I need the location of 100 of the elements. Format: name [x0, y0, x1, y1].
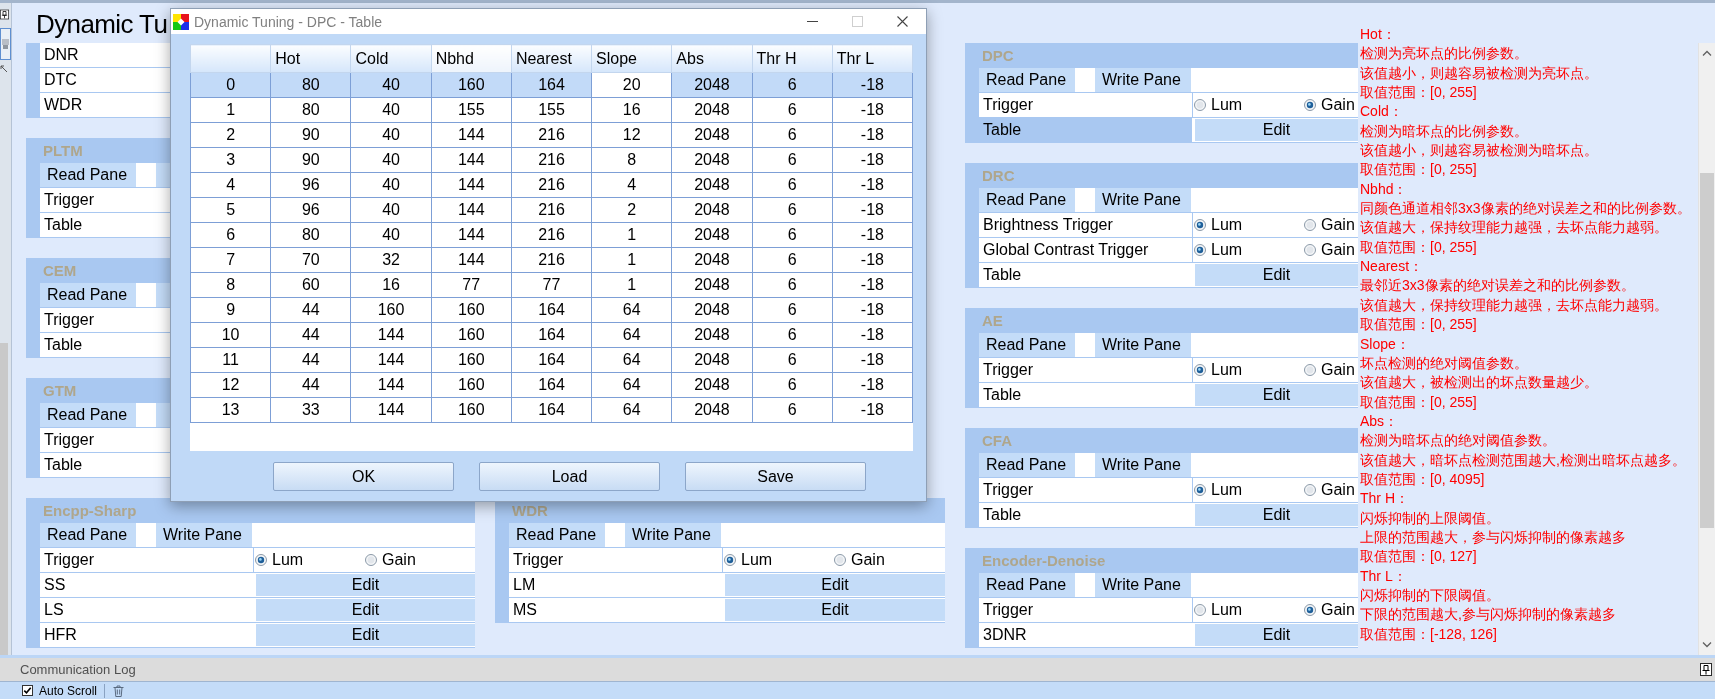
table-cell[interactable]: 6	[752, 322, 833, 348]
row-number[interactable]: 12	[190, 372, 271, 398]
table-cell[interactable]: 160	[431, 297, 512, 323]
table-cell[interactable]: 144	[431, 197, 512, 223]
row-number[interactable]: 6	[190, 222, 271, 248]
table-cell[interactable]: 64	[591, 297, 672, 323]
table-cell[interactable]: 144	[431, 122, 512, 148]
row-number[interactable]: 8	[190, 272, 271, 298]
table-cell[interactable]: 6	[752, 222, 833, 248]
edit-button[interactable]: Edit	[1195, 504, 1358, 526]
table-cell[interactable]: 155	[511, 97, 592, 123]
table-cell[interactable]: 160	[431, 397, 512, 423]
radio-option[interactable]: Lum	[255, 551, 304, 569]
pane-tab[interactable]	[156, 163, 170, 187]
row-number[interactable]: 2	[190, 122, 271, 148]
table-cell[interactable]: 80	[270, 222, 351, 248]
radio-option[interactable]: Lum	[1194, 361, 1243, 379]
pane-tab[interactable]: Read Pane	[979, 573, 1075, 597]
pane-tab[interactable]: Write Pane	[1095, 333, 1191, 357]
table-cell[interactable]: 6	[752, 297, 833, 323]
table-cell[interactable]: 80	[270, 97, 351, 123]
row-number[interactable]: 13	[190, 397, 271, 423]
table-cell[interactable]: 80	[270, 72, 351, 98]
table-cell[interactable]: 160	[431, 72, 512, 98]
table-cell[interactable]: 44	[270, 372, 351, 398]
edit-button[interactable]: Edit	[1195, 624, 1358, 646]
table-cell[interactable]: 44	[270, 322, 351, 348]
table-cell[interactable]: 96	[270, 197, 351, 223]
pin-icon[interactable]	[1700, 663, 1712, 676]
table-cell[interactable]: -18	[832, 147, 913, 173]
table-cell[interactable]: 164	[511, 372, 592, 398]
table-cell[interactable]: 160	[431, 372, 512, 398]
table-cell[interactable]: -18	[832, 297, 913, 323]
radio-option[interactable]: Gain	[834, 551, 885, 569]
radio-option[interactable]: Gain	[1304, 481, 1355, 499]
table-cell[interactable]: 216	[511, 172, 592, 198]
row-number[interactable]: 1	[190, 97, 271, 123]
table-cell[interactable]: -18	[832, 172, 913, 198]
table-cell[interactable]: 164	[511, 322, 592, 348]
table-cell[interactable]: 90	[270, 122, 351, 148]
column-header[interactable]: Abs	[671, 44, 753, 73]
dialog-button[interactable]: Load	[479, 462, 660, 491]
table-cell[interactable]: 6	[752, 397, 833, 423]
table-cell[interactable]: 44	[270, 297, 351, 323]
column-header[interactable]: Nbhd	[431, 44, 512, 73]
table-cell[interactable]: 90	[270, 147, 351, 173]
pane-tab[interactable]: Read Pane	[509, 523, 605, 547]
table-cell[interactable]: 2	[591, 197, 672, 223]
table-cell[interactable]: 33	[270, 397, 351, 423]
radio-option[interactable]: Gain	[1304, 241, 1355, 259]
table-cell[interactable]: 164	[511, 347, 592, 373]
auto-scroll-checkbox[interactable]: Auto Scroll	[22, 683, 98, 698]
table-cell[interactable]: -18	[832, 397, 913, 423]
row-number[interactable]: 7	[190, 247, 271, 273]
table-cell[interactable]: 6	[752, 97, 833, 123]
table-cell[interactable]: 160	[431, 347, 512, 373]
edit-button[interactable]: Edit	[1195, 384, 1358, 406]
table-cell[interactable]: 6	[752, 247, 833, 273]
table-cell[interactable]: 164	[511, 297, 592, 323]
table-cell[interactable]: 216	[511, 197, 592, 223]
pane-tab[interactable]: Read Pane	[40, 403, 136, 427]
trash-icon[interactable]	[113, 684, 125, 697]
pane-tab[interactable]: Read Pane	[979, 188, 1075, 212]
table-cell[interactable]: -18	[832, 272, 913, 298]
table-cell[interactable]: 216	[511, 247, 592, 273]
table-cell[interactable]: 144	[431, 172, 512, 198]
table-cell[interactable]: 70	[270, 247, 351, 273]
table-cell[interactable]: 155	[431, 97, 512, 123]
scroll-down-icon[interactable]	[1702, 642, 1712, 648]
table-cell[interactable]: 12	[591, 122, 672, 148]
table-cell[interactable]: 77	[511, 272, 592, 298]
dialog-button[interactable]: Save	[685, 462, 866, 491]
table-cell[interactable]: 64	[591, 322, 672, 348]
table-cell[interactable]: 6	[752, 72, 833, 98]
table-cell[interactable]: 6	[752, 272, 833, 298]
table-cell[interactable]: -18	[832, 247, 913, 273]
table-cell[interactable]: 16	[591, 97, 672, 123]
edit-button[interactable]: Edit	[256, 574, 475, 596]
table-cell[interactable]: -18	[832, 97, 913, 123]
scrollbar-thumb[interactable]	[1700, 173, 1714, 528]
table-cell[interactable]: 216	[511, 147, 592, 173]
scroll-up-icon[interactable]	[1702, 50, 1712, 56]
row-number[interactable]: 3	[190, 147, 271, 173]
radio-option[interactable]: Gain	[1304, 361, 1355, 379]
scrollbar-thumb[interactable]	[0, 343, 8, 655]
radio-option[interactable]: Lum	[1194, 216, 1243, 234]
table-cell[interactable]: -18	[832, 322, 913, 348]
table-cell[interactable]: 160	[431, 322, 512, 348]
table-cell[interactable]: 164	[511, 397, 592, 423]
row-number[interactable]: 0	[190, 72, 271, 98]
table-cell[interactable]: -18	[832, 197, 913, 223]
pane-tab[interactable]	[156, 403, 170, 427]
column-header[interactable]: Nearest	[511, 44, 592, 73]
table-cell[interactable]: 144	[431, 147, 512, 173]
pane-tab[interactable]: Write Pane	[1095, 68, 1191, 92]
radio-option[interactable]: Lum	[724, 551, 773, 569]
column-header[interactable]: Cold	[350, 44, 432, 73]
table-cell[interactable]: 8	[591, 147, 672, 173]
table-cell[interactable]: 96	[270, 172, 351, 198]
edit-button[interactable]: Edit	[1195, 264, 1358, 286]
